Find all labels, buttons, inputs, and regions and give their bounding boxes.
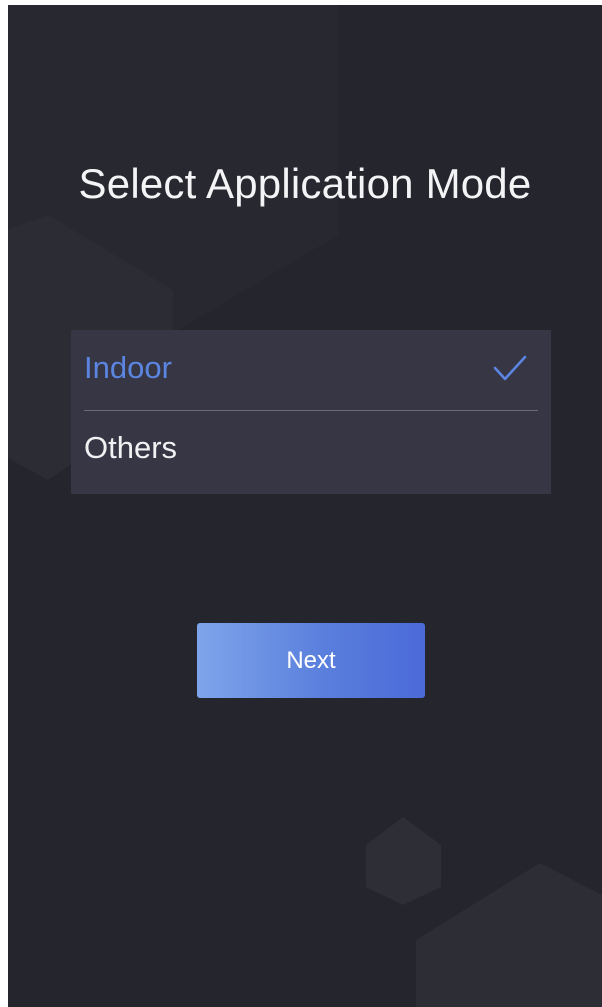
application-mode-list: Indoor Others xyxy=(71,330,551,494)
mode-option-label: Indoor xyxy=(84,350,172,385)
next-button[interactable]: Next xyxy=(197,623,425,698)
setup-screen: Select Application Mode Indoor Others Ne… xyxy=(8,5,602,1007)
mode-option-indoor[interactable]: Indoor xyxy=(84,332,538,410)
mode-option-label: Others xyxy=(84,430,178,465)
hexagon-background-decoration xyxy=(8,5,602,1007)
page-title: Select Application Mode xyxy=(78,160,532,207)
divider xyxy=(84,410,538,411)
checkmark-icon xyxy=(493,355,527,381)
mode-option-others[interactable]: Others xyxy=(84,412,538,490)
